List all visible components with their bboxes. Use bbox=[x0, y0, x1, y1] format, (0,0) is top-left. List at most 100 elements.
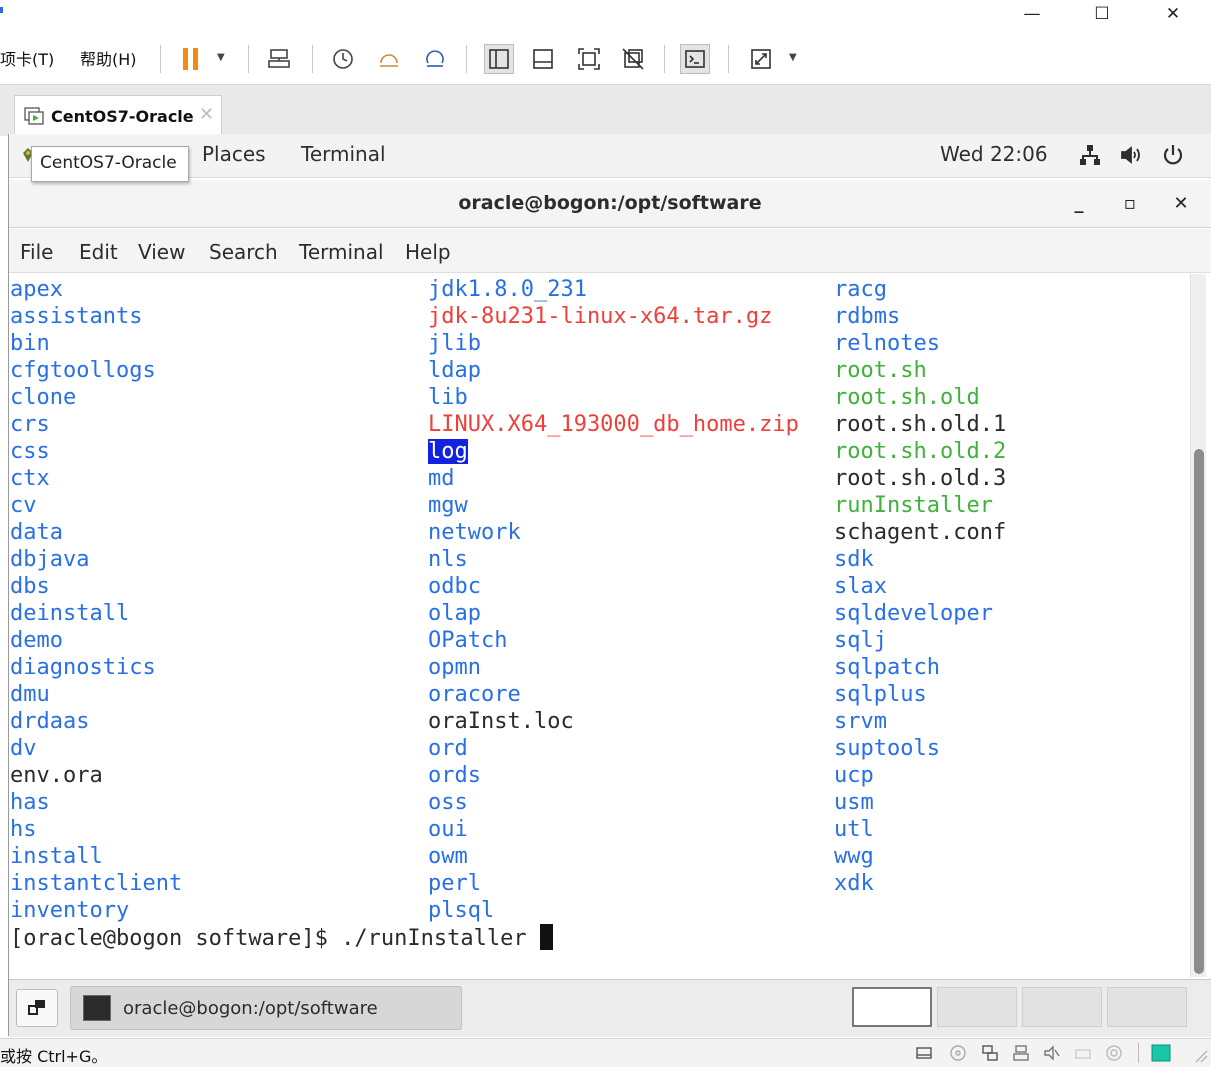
usb-device-icon[interactable] bbox=[1012, 1044, 1030, 1062]
pause-dropdown-icon[interactable]: ▼ bbox=[217, 52, 225, 63]
display-icon[interactable] bbox=[1105, 1044, 1123, 1062]
workspace-3[interactable] bbox=[1022, 987, 1102, 1027]
listing-entry-name: dmu bbox=[10, 682, 50, 707]
host-maximize-button[interactable]: ☐ bbox=[1070, 0, 1134, 30]
listing-entry-name: suptools bbox=[834, 736, 940, 761]
listing-entry-name: sdk bbox=[834, 547, 874, 572]
terminal-title-bar: oracle@bogon:/opt/software _ ▫ ✕ bbox=[9, 180, 1211, 228]
scrollbar-thumb[interactable] bbox=[1194, 449, 1204, 974]
pause-icon[interactable] bbox=[176, 44, 206, 74]
network-icon[interactable] bbox=[1078, 143, 1102, 171]
listing-entry-name: relnotes bbox=[834, 331, 940, 356]
hard-disk-icon[interactable] bbox=[915, 1044, 933, 1062]
toolbar-separator bbox=[248, 45, 249, 73]
cd-rom-icon[interactable] bbox=[949, 1044, 967, 1062]
listing-entry: assistants bbox=[10, 303, 182, 330]
listing-entry: owm bbox=[428, 843, 799, 870]
full-screen-icon[interactable] bbox=[574, 44, 604, 74]
resize-grip-icon[interactable] bbox=[1192, 1047, 1208, 1067]
listing-entry: root.sh.old.2 bbox=[834, 438, 1006, 465]
vm-icon bbox=[24, 107, 44, 125]
terminal-close-button[interactable]: ✕ bbox=[1166, 190, 1196, 218]
snapshot-manager-icon[interactable] bbox=[420, 44, 450, 74]
workspace-4[interactable] bbox=[1107, 987, 1187, 1027]
menu-search[interactable]: Search bbox=[209, 240, 278, 264]
sound-card-icon[interactable] bbox=[1043, 1044, 1061, 1062]
host-close-button[interactable]: ✕ bbox=[1141, 0, 1205, 30]
network-adapter-icon[interactable] bbox=[981, 1044, 999, 1062]
sidebar-view-icon[interactable] bbox=[484, 44, 514, 74]
listing-entry: srvm bbox=[834, 708, 1006, 735]
listing-entry: suptools bbox=[834, 735, 1006, 762]
listing-entry-name: dbjava bbox=[10, 547, 90, 572]
listing-entry-name: install bbox=[10, 844, 103, 869]
shell-prompt-line[interactable]: [oracle@bogon software]$ ./runInstaller bbox=[10, 924, 553, 952]
menu-help[interactable]: Help bbox=[405, 240, 451, 264]
workspace-1[interactable] bbox=[852, 987, 932, 1027]
terminal-app-menu[interactable]: Terminal bbox=[301, 142, 386, 166]
listing-entry-name: OPatch bbox=[428, 628, 508, 653]
listing-entry-name: env.ora bbox=[10, 763, 103, 788]
listing-entry: oui bbox=[428, 816, 799, 843]
clock[interactable]: Wed 22:06 bbox=[940, 142, 1048, 166]
listing-entry-name: plsql bbox=[428, 898, 495, 923]
volume-icon[interactable] bbox=[1119, 144, 1143, 170]
workspace-2[interactable] bbox=[937, 987, 1017, 1027]
vm-tab[interactable]: CentOS7-Oracle ✕ bbox=[14, 95, 222, 137]
taskbar-window-button[interactable]: oracle@bogon:/opt/software bbox=[70, 986, 462, 1030]
places-menu[interactable]: Places bbox=[202, 142, 266, 166]
stretch-dropdown-icon[interactable]: ▼ bbox=[789, 52, 797, 63]
toolbar-separator bbox=[664, 45, 665, 73]
listing-entry: data bbox=[10, 519, 182, 546]
menu-edit[interactable]: Edit bbox=[79, 240, 118, 264]
listing-entry-name: drdaas bbox=[10, 709, 90, 734]
console-view-icon[interactable] bbox=[528, 44, 558, 74]
printer-icon[interactable] bbox=[1074, 1044, 1092, 1062]
listing-entry: inventory bbox=[10, 897, 182, 924]
terminal-maximize-button[interactable]: ▫ bbox=[1115, 190, 1145, 218]
terminal-minimize-button[interactable]: _ bbox=[1064, 190, 1094, 218]
listing-column-2: jdk1.8.0_231 jdk-8u231-linux-x64.tar.gz jl… bbox=[428, 276, 799, 924]
listing-entry-name: deinstall bbox=[10, 601, 130, 626]
text-cursor bbox=[539, 924, 553, 950]
listing-entry: instantclient bbox=[10, 870, 182, 897]
unity-disabled-icon[interactable] bbox=[618, 44, 648, 74]
listing-entry: wwg bbox=[834, 843, 1006, 870]
network-send-icon[interactable] bbox=[264, 44, 294, 74]
listing-entry-name: srvm bbox=[834, 709, 887, 734]
listing-entry: dbs bbox=[10, 573, 182, 600]
listing-entry-name: olap bbox=[428, 601, 481, 626]
listing-entry: rdbms bbox=[834, 303, 1006, 330]
menu-view[interactable]: View bbox=[138, 240, 185, 264]
revert-snapshot-icon[interactable] bbox=[374, 44, 404, 74]
listing-entry: sqlplus bbox=[834, 681, 1006, 708]
listing-entry: css bbox=[10, 438, 182, 465]
listing-entry-name: bin bbox=[10, 331, 50, 356]
menu-help[interactable]: 帮助(H) bbox=[80, 46, 137, 70]
power-icon[interactable] bbox=[1161, 143, 1185, 171]
listing-entry-name: demo bbox=[10, 628, 63, 653]
listing-entry-name: racg bbox=[834, 277, 887, 302]
menu-file[interactable]: File bbox=[20, 240, 53, 264]
toolbar-separator bbox=[160, 45, 161, 73]
listing-entry: racg bbox=[834, 276, 1006, 303]
close-icon[interactable]: ✕ bbox=[199, 104, 214, 125]
terminal-scrollbar[interactable] bbox=[1190, 274, 1206, 977]
menu-tabs[interactable]: 项卡(T) bbox=[0, 46, 54, 70]
status-hint: 或按 Ctrl+G。 bbox=[0, 1047, 108, 1066]
show-desktop-button[interactable] bbox=[16, 989, 58, 1027]
terminal-title: oracle@bogon:/opt/software bbox=[458, 192, 762, 214]
menu-terminal[interactable]: Terminal bbox=[299, 240, 384, 264]
snapshot-icon[interactable] bbox=[328, 44, 358, 74]
message-log-icon[interactable] bbox=[1151, 1044, 1171, 1062]
host-minimize-button[interactable]: — bbox=[1000, 0, 1064, 30]
terminal-console-icon[interactable] bbox=[680, 44, 710, 74]
listing-entry: xdk bbox=[834, 870, 1006, 897]
toolbar-separator bbox=[728, 45, 729, 73]
host-toolbar: 项卡(T) 帮助(H) ▼ ▼ bbox=[0, 32, 1211, 84]
listing-entry: bin bbox=[10, 330, 182, 357]
listing-entry-name: mgw bbox=[428, 493, 468, 518]
listing-entry: md bbox=[428, 465, 799, 492]
listing-entry-name: rdbms bbox=[834, 304, 901, 329]
stretch-view-icon[interactable] bbox=[746, 44, 776, 74]
